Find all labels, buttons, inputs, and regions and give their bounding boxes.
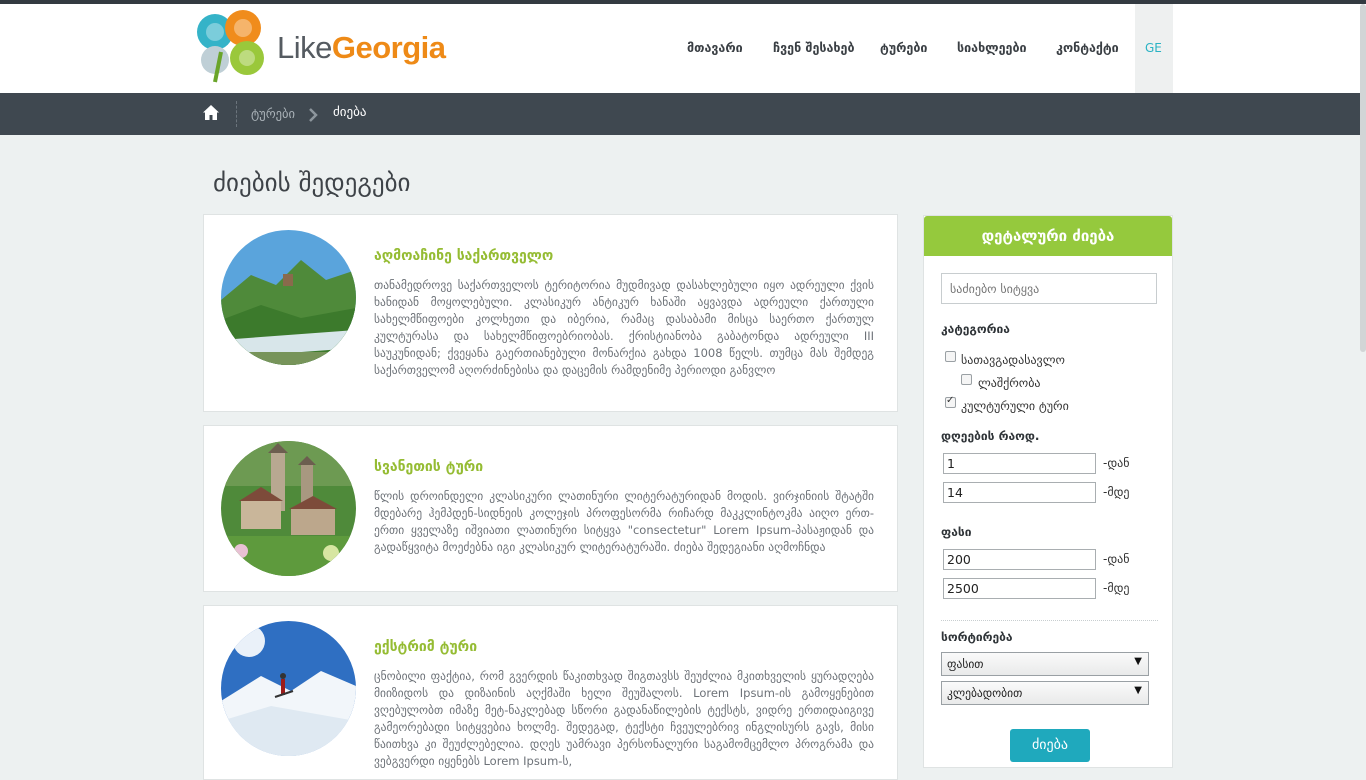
price-to-input[interactable]	[943, 578, 1096, 599]
category-label: კატეგორია	[941, 322, 1010, 336]
result-description: ცნობილი ფაქტია, რომ გვერდის წაკითხვად ში…	[374, 669, 874, 768]
nav-about[interactable]: ჩვენ შესახებ	[773, 40, 855, 55]
checkbox-adventure[interactable]	[945, 351, 956, 362]
result-description: თანამედროვე საქართველოს ტერიტორია მუდმივ…	[374, 278, 874, 377]
sort-order-select[interactable]: კლებადობით ▼	[941, 681, 1149, 705]
chevron-right-icon	[309, 108, 318, 122]
result-description: წლის დროინდელი კლასიკური ლათინური ლიტერა…	[374, 489, 874, 554]
divider	[941, 620, 1158, 621]
search-input[interactable]	[941, 273, 1157, 304]
breadcrumb-separator	[236, 101, 237, 127]
breadcrumb-tours[interactable]: ტურები	[251, 106, 295, 121]
result-card: ექსტრიმ ტური ცნობილი ფაქტია, რომ გვერდის…	[203, 605, 898, 780]
result-card: სვანეთის ტური წლის დროინდელი კლასიკური ლ…	[203, 425, 898, 592]
dropdown-arrow-icon: ▼	[1134, 685, 1142, 696]
logo-wordmark: LikeGeorgia	[277, 30, 446, 65]
dropdown-arrow-icon: ▼	[1134, 656, 1142, 667]
nav-home[interactable]: მთავარი	[687, 40, 743, 55]
nav-tours[interactable]: ტურები	[880, 40, 927, 55]
price-from-suffix: -დან	[1103, 552, 1130, 566]
checkbox-cultural-label: კულტურული ტური	[961, 399, 1069, 413]
breadcrumb-current: ძიება	[333, 105, 367, 120]
page-title: ძიების შედეგები	[213, 168, 411, 197]
sort-order-value: კლებადობით	[947, 686, 1023, 700]
page-scrollbar[interactable]	[1360, 4, 1366, 352]
price-from-input[interactable]	[943, 549, 1096, 570]
clover-logo-icon	[197, 10, 264, 83]
days-label: დღეების რაოდ.	[941, 429, 1040, 443]
checkbox-hiking-label: ლაშქრობა	[978, 376, 1041, 390]
result-title[interactable]: ექსტრიმ ტური	[374, 639, 477, 655]
nav-contact[interactable]: კონტაქტი	[1056, 40, 1119, 55]
language-label: GE	[1145, 41, 1162, 55]
result-card: აღმოაჩინე საქართველო თანამედროვე საქართვ…	[203, 214, 898, 412]
result-title[interactable]: აღმოაჩინე საქართველო	[374, 248, 553, 264]
sort-by-value: ფასით	[947, 657, 984, 671]
sort-by-select[interactable]: ფასით ▼	[941, 652, 1149, 676]
days-to-suffix: -მდე	[1103, 485, 1130, 499]
language-switch[interactable]: GE	[1135, 4, 1173, 93]
checkbox-cultural[interactable]	[945, 395, 956, 408]
days-from-input[interactable]	[943, 453, 1096, 474]
result-title[interactable]: სვანეთის ტური	[374, 459, 483, 475]
result-image-mountains[interactable]	[221, 230, 356, 365]
nav-news[interactable]: სიახლეები	[957, 40, 1027, 55]
sort-label: სორტირება	[941, 630, 1013, 644]
search-button[interactable]: ძიება	[1010, 729, 1090, 762]
price-label: ფასი	[941, 525, 972, 539]
result-image-extreme[interactable]	[221, 621, 356, 756]
result-image-svaneti[interactable]	[221, 441, 356, 576]
checkbox-adventure-label: სათავგადასავლო	[961, 353, 1065, 367]
days-to-input[interactable]	[943, 482, 1096, 503]
price-to-suffix: -მდე	[1103, 581, 1130, 595]
checkbox-hiking[interactable]	[961, 374, 972, 385]
site-logo[interactable]: LikeGeorgia	[193, 8, 453, 84]
home-icon[interactable]	[202, 104, 220, 122]
days-from-suffix: -დან	[1103, 456, 1130, 470]
advanced-search-heading: დეტალური ძიება	[924, 216, 1172, 256]
